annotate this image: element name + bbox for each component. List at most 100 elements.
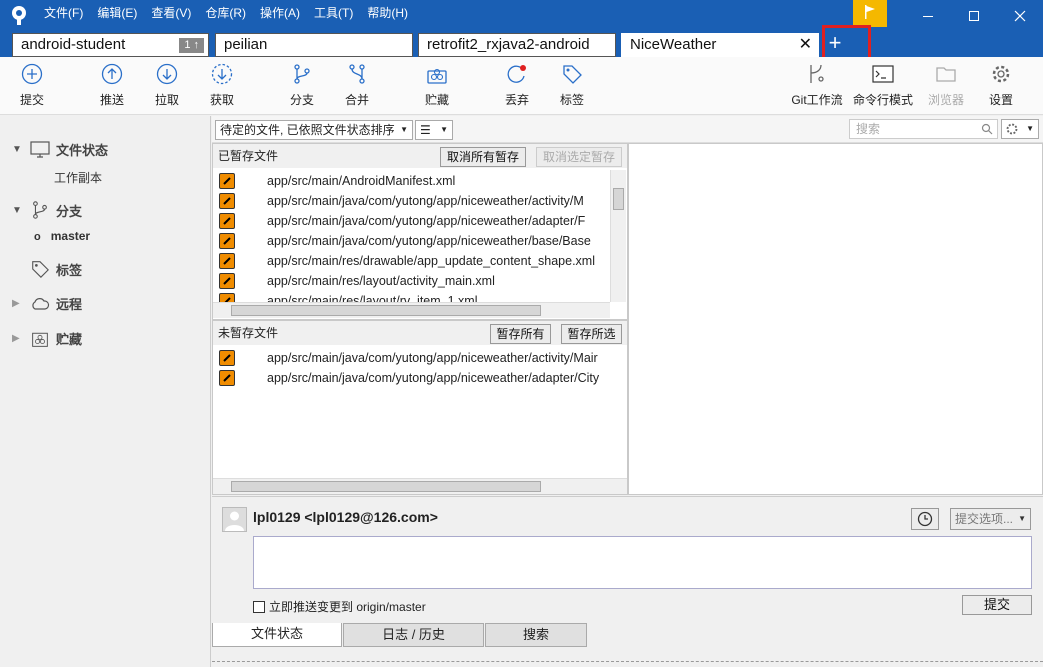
staged-vertical-scrollbar[interactable] bbox=[610, 170, 626, 302]
unstage-selected-button[interactable]: 取消选定暂存 bbox=[536, 147, 622, 167]
list-item[interactable]: app/src/main/res/drawable/app_update_con… bbox=[219, 251, 609, 271]
push-immediately-option: 立即推送变更到 origin/master bbox=[253, 598, 426, 615]
unstaged-horizontal-scrollbar[interactable] bbox=[213, 478, 627, 494]
branch-button[interactable]: 分支 bbox=[272, 63, 332, 108]
repository-tab-bar: android-student 1 ↑ peilian retrofit2_rx… bbox=[0, 31, 1043, 57]
settings-button[interactable]: 设置 bbox=[971, 63, 1031, 108]
push-immediately-checkbox[interactable] bbox=[253, 600, 265, 613]
sidebar-group-label: 分支 bbox=[56, 203, 83, 219]
tab-android-student[interactable]: android-student 1 ↑ bbox=[12, 33, 209, 57]
flag-icon bbox=[865, 5, 875, 19]
merge-button[interactable]: 合并 bbox=[327, 63, 387, 108]
list-item[interactable]: app/src/main/java/com/yutong/app/nicewea… bbox=[219, 348, 627, 368]
unstage-all-button[interactable]: 取消所有暂存 bbox=[440, 147, 526, 167]
commit-message-textarea[interactable] bbox=[253, 536, 1032, 589]
tab-label: NiceWeather bbox=[630, 36, 717, 53]
sidebar-group-tags[interactable]: 标签 bbox=[26, 259, 82, 279]
sidebar-group-label: 贮藏 bbox=[56, 332, 83, 347]
view-mode-dropdown[interactable]: ☰ ▼ bbox=[415, 120, 453, 140]
tab-close-icon[interactable]: ✕ bbox=[799, 34, 812, 56]
menu-edit[interactable]: 编辑(E) bbox=[97, 4, 137, 21]
unstaged-files-title: 未暂存文件 bbox=[218, 326, 279, 340]
sidebar-item-master[interactable]: o master bbox=[34, 229, 90, 243]
search-input[interactable]: 搜索 bbox=[849, 119, 998, 139]
sidebar-group-file-status[interactable]: ▼ 文件状态 bbox=[12, 140, 108, 159]
list-item[interactable]: app/src/main/java/com/yutong/app/nicewea… bbox=[219, 211, 609, 231]
tab-search[interactable]: 搜索 bbox=[485, 623, 587, 647]
stash-icon bbox=[427, 68, 447, 84]
search-icon bbox=[981, 123, 993, 135]
branch-label: 分支 bbox=[289, 93, 314, 107]
staged-files-pane: 已暂存文件 取消所有暂存 取消选定暂存 app/src/main/Android… bbox=[212, 143, 628, 320]
list-item[interactable]: app/src/main/res/layout/activity_main.xm… bbox=[219, 271, 609, 291]
sort-dropdown[interactable]: 待定的文件, 已依照文件状态排序 ▼ bbox=[215, 120, 413, 140]
tab-label: android-student bbox=[21, 36, 126, 53]
commit-options-dropdown[interactable]: 提交选项... ▼ bbox=[950, 508, 1031, 530]
sidebar-group-remotes[interactable]: ▶ 远程 bbox=[12, 294, 82, 313]
sidebar-group-branches[interactable]: ▼ 分支 bbox=[12, 200, 82, 220]
list-item[interactable]: app/src/main/res/layout/rv_item_1.xml bbox=[219, 291, 609, 302]
commit-panel: lpl0129 <lpl0129@126.com> 提交选项... ▼ 立即推送… bbox=[212, 496, 1043, 622]
scrollbar-thumb[interactable] bbox=[613, 188, 624, 210]
discard-button[interactable]: 丢弃 bbox=[487, 63, 547, 108]
maximize-button[interactable] bbox=[951, 0, 997, 31]
close-window-button[interactable] bbox=[997, 0, 1043, 31]
tab-log-history[interactable]: 日志 / 历史 bbox=[343, 623, 484, 647]
git-flow-button[interactable]: Git工作流 bbox=[786, 63, 848, 108]
pull-button[interactable]: 拉取 bbox=[137, 63, 197, 108]
sidebar-item-working-copy[interactable]: 工作副本 bbox=[54, 169, 102, 186]
sidebar-group-stashes[interactable]: ▶ 贮藏 bbox=[12, 329, 82, 348]
push-label: 推送 bbox=[99, 93, 124, 107]
git-flow-label: Git工作流 bbox=[791, 93, 843, 107]
tab-peilian[interactable]: peilian bbox=[215, 33, 413, 57]
sort-dropdown-value: 待定的文件, 已依照文件状态排序 bbox=[220, 123, 395, 137]
branch-icon bbox=[33, 201, 47, 219]
tag-button[interactable]: 标签 bbox=[542, 63, 602, 108]
explorer-button[interactable]: 浏览器 bbox=[916, 63, 976, 108]
file-path: app/src/main/java/com/yutong/app/nicewea… bbox=[267, 214, 586, 228]
commit-button[interactable]: 提交 bbox=[2, 63, 62, 108]
tab-file-status[interactable]: 文件状态 bbox=[212, 623, 342, 647]
fetch-button[interactable]: 获取 bbox=[192, 63, 252, 108]
sidebar: ▼ 文件状态 工作副本 ▼ 分支 o master 标签 ▶ 远程 ▶ 贮藏 bbox=[0, 116, 211, 667]
ahead-count-badge: 1 ↑ bbox=[179, 38, 204, 53]
scrollbar-thumb[interactable] bbox=[231, 305, 541, 316]
list-item[interactable]: app/src/main/java/com/yutong/app/nicewea… bbox=[219, 368, 627, 388]
commit-history-button[interactable] bbox=[911, 508, 939, 530]
diff-pane bbox=[628, 143, 1043, 495]
push-button[interactable]: 推送 bbox=[82, 63, 142, 108]
tab-retrofit2-rxjava2-android[interactable]: retrofit2_rxjava2-android bbox=[418, 33, 616, 57]
list-item[interactable]: app/src/main/java/com/yutong/app/nicewea… bbox=[219, 191, 609, 211]
scrollbar-thumb[interactable] bbox=[231, 481, 541, 492]
modified-file-icon bbox=[219, 370, 235, 386]
fetch-circle-icon bbox=[211, 63, 233, 85]
menu-tools[interactable]: 工具(T) bbox=[314, 4, 353, 21]
terminal-button[interactable]: 命令行模式 bbox=[850, 63, 916, 108]
explorer-label: 浏览器 bbox=[927, 93, 964, 107]
menu-view[interactable]: 查看(V) bbox=[151, 4, 191, 21]
list-item[interactable]: app/src/main/AndroidManifest.xml bbox=[219, 171, 609, 191]
staged-horizontal-scrollbar[interactable] bbox=[213, 302, 610, 318]
maximize-icon bbox=[969, 11, 979, 21]
main-toolbar: 提交 推送 拉取 获取 分支 合并 贮藏 丢弃 标签 Git工作流 命令行模式 bbox=[0, 57, 1043, 115]
sidebar-group-label: 标签 bbox=[56, 262, 83, 278]
stash-button[interactable]: 贮藏 bbox=[407, 63, 467, 108]
minimize-button[interactable] bbox=[905, 0, 951, 31]
stage-selected-button[interactable]: 暂存所选 bbox=[561, 324, 622, 344]
stage-all-button[interactable]: 暂存所有 bbox=[490, 324, 551, 344]
sidebar-group-label: 远程 bbox=[56, 297, 83, 312]
tab-niceweather[interactable]: NiceWeather ✕ bbox=[621, 33, 819, 57]
search-settings-dropdown[interactable]: ▼ bbox=[1001, 119, 1039, 139]
monitor-icon bbox=[30, 140, 50, 158]
clock-icon bbox=[917, 511, 933, 527]
menu-actions[interactable]: 操作(A) bbox=[260, 4, 300, 21]
menu-repository[interactable]: 仓库(R) bbox=[205, 4, 246, 21]
notification-flag-button[interactable] bbox=[853, 0, 887, 27]
menu-file[interactable]: 文件(F) bbox=[44, 4, 83, 21]
commit-submit-button[interactable]: 提交 bbox=[962, 595, 1032, 615]
menu-help[interactable]: 帮助(H) bbox=[367, 4, 408, 21]
tag-icon bbox=[32, 261, 49, 278]
tag-label: 标签 bbox=[559, 93, 584, 107]
list-item[interactable]: app/src/main/java/com/yutong/app/nicewea… bbox=[219, 231, 609, 251]
tab-label: peilian bbox=[224, 36, 268, 53]
